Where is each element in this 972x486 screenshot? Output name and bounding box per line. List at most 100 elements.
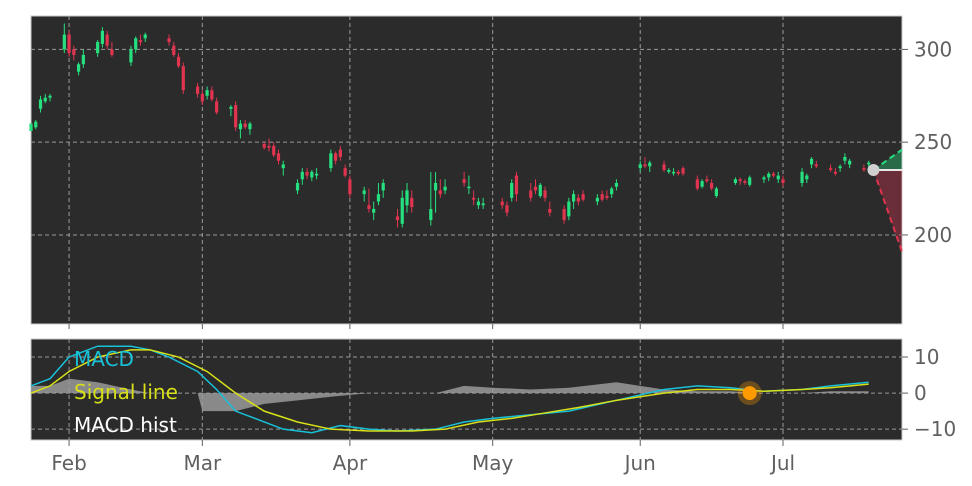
candle-up: [129, 49, 133, 63]
candle-up: [329, 153, 333, 169]
candle-down: [695, 179, 699, 189]
candle-down: [533, 186, 538, 191]
candle-down: [67, 34, 71, 54]
candle-down: [710, 182, 714, 189]
candle-down: [167, 38, 171, 42]
candle-down: [367, 205, 371, 209]
candle-down: [662, 164, 666, 170]
x-tick-label: Feb: [51, 451, 86, 475]
candle-down: [72, 49, 76, 55]
candle-down: [814, 164, 818, 167]
candle-up: [38, 99, 43, 109]
macd-y-tick-label: 0: [914, 381, 927, 405]
candle-down: [200, 93, 204, 102]
candle-down: [138, 40, 143, 42]
candle-up: [467, 186, 471, 189]
candle-up: [667, 170, 671, 172]
candle-down: [243, 123, 247, 128]
price-y-tick-label: 300: [914, 37, 952, 61]
candle-down: [267, 145, 271, 148]
candle-up: [848, 160, 852, 165]
candlestick-macd-chart: 200 250 300 −10 0 10 MACD Signal line MACD h…: [29, 15, 956, 475]
x-tick-label: May: [472, 451, 514, 475]
candle-down: [605, 195, 609, 198]
candle-down: [338, 149, 342, 158]
candle-down: [829, 168, 833, 170]
x-tick-label: Jun: [623, 451, 656, 475]
legend-macd: MACD: [74, 347, 134, 371]
candle-up: [476, 201, 480, 206]
candle-up: [567, 201, 571, 217]
x-tick-label: Mar: [183, 451, 222, 475]
candle-up: [671, 171, 676, 174]
candle-up: [134, 38, 138, 50]
x-tick-label: Apr: [333, 451, 368, 475]
candle-up: [376, 194, 381, 202]
candle-up: [310, 171, 314, 178]
candle-down: [410, 197, 414, 208]
candle-down: [110, 49, 114, 55]
candle-up: [776, 175, 780, 180]
candle-up: [34, 121, 38, 128]
candle-up: [76, 64, 81, 72]
candle-up: [29, 123, 33, 132]
macd-y-tick-label: −10: [914, 417, 956, 441]
candle-down: [348, 179, 352, 195]
macd-panel: −10 0 10 MACD Signal line MACD hist: [30, 338, 956, 441]
candle-down: [600, 194, 604, 200]
candle-up: [595, 197, 599, 202]
price-y-tick-label: 200: [914, 223, 952, 247]
candle-up: [800, 171, 804, 183]
candle-down: [334, 153, 338, 161]
candle-up: [838, 166, 842, 169]
candle-up: [143, 34, 147, 39]
x-tick-label: Jul: [769, 451, 795, 475]
candle-up: [443, 186, 447, 191]
candle-down: [395, 216, 400, 221]
candle-up: [429, 208, 433, 221]
candle-down: [210, 90, 214, 100]
legend-macd-hist: MACD hist: [74, 413, 177, 437]
macd-y-ticks: −10 0 10: [902, 345, 956, 441]
candle-up: [62, 34, 66, 50]
candle-down: [514, 175, 519, 195]
candle-down: [272, 145, 276, 156]
candle-up: [43, 97, 47, 102]
candle-down: [343, 168, 347, 176]
candle-up: [295, 182, 300, 191]
candle-up: [638, 164, 642, 169]
candle-up: [714, 188, 718, 196]
candle-up: [281, 164, 285, 169]
candle-down: [105, 34, 109, 46]
candle-down: [862, 168, 866, 170]
candle-down: [705, 179, 709, 182]
candle-up: [648, 162, 652, 167]
candle-up: [81, 54, 85, 65]
candle-up: [100, 30, 104, 44]
candle-down: [172, 45, 176, 55]
candle-up: [614, 182, 619, 187]
candle-down: [676, 171, 680, 174]
candle-up: [867, 162, 871, 165]
candle-down: [195, 86, 200, 94]
price-y-tick-label: 250: [914, 130, 952, 154]
candle-up: [229, 106, 233, 109]
crossover-marker: [742, 386, 757, 401]
candle-up: [843, 157, 847, 161]
candle-up: [405, 190, 409, 206]
candle-up: [96, 41, 100, 54]
candle-up: [510, 182, 514, 198]
candle-up: [48, 95, 52, 98]
price-panel: 200 250 300: [29, 15, 952, 325]
price-plot-area: [30, 15, 903, 325]
candle-down: [176, 56, 181, 67]
candle-up: [248, 123, 252, 130]
candle-down: [305, 171, 309, 176]
candle-down: [234, 105, 238, 128]
candle-down: [276, 153, 281, 161]
candle-up: [538, 184, 542, 196]
candle-down: [548, 208, 552, 213]
candle-up: [400, 197, 404, 224]
candle-down: [833, 171, 837, 174]
candle-down: [215, 101, 219, 113]
